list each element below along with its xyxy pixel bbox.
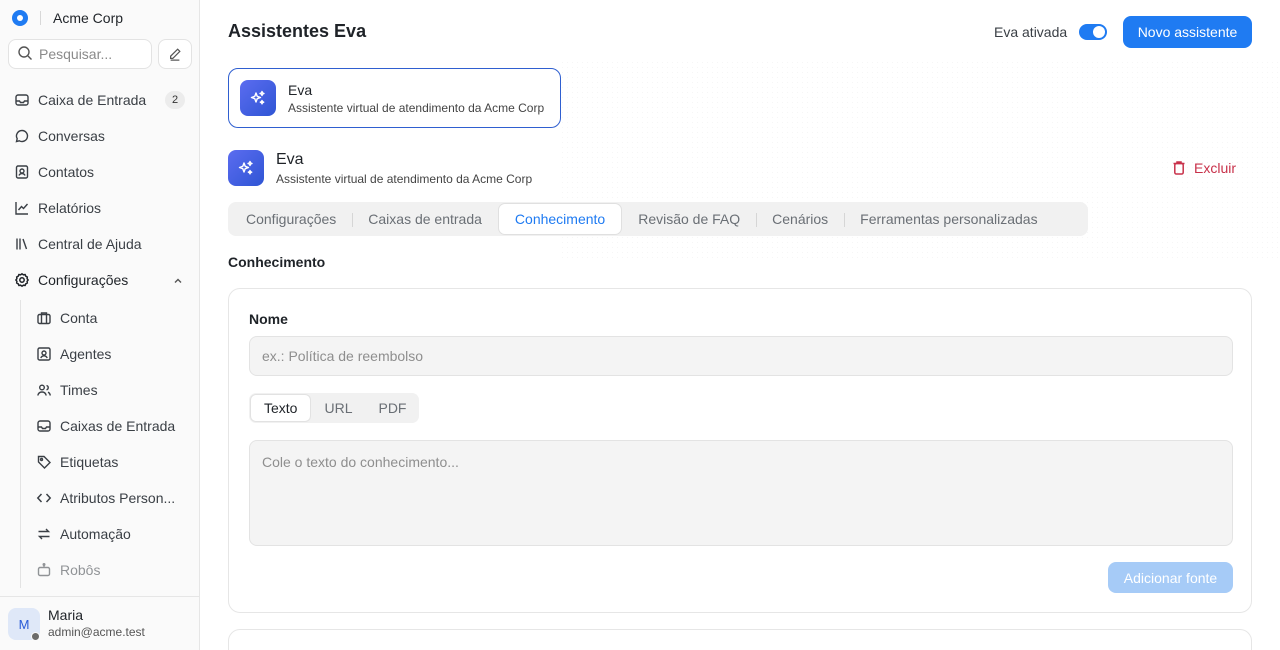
briefcase-icon xyxy=(36,310,52,326)
gear-icon xyxy=(14,272,30,288)
assistant-tabs: Configurações Caixas de entrada Conhecim… xyxy=(228,202,1088,236)
compose-button[interactable] xyxy=(158,39,192,69)
detail-assistant-description: Assistente virtual de atendimento da Acm… xyxy=(276,172,533,186)
tag-icon xyxy=(36,454,52,470)
nav-item-reports[interactable]: Relatórios xyxy=(0,190,200,226)
sidebar-item-teams[interactable]: Times xyxy=(21,372,200,408)
search-input[interactable] xyxy=(39,46,149,62)
sidebar-item-automation[interactable]: Automação xyxy=(21,516,200,552)
org-switcher[interactable]: Acme Corp xyxy=(12,8,123,28)
nav-item-conversations[interactable]: Conversas xyxy=(0,118,200,154)
source-tab-pdf[interactable]: PDF xyxy=(365,394,419,422)
knowledge-text-field[interactable] xyxy=(249,440,1233,546)
unread-badge: 2 xyxy=(165,91,185,109)
sidebar-item-bots[interactable]: Robôs xyxy=(21,552,200,588)
detail-assistant-name: Eva xyxy=(276,151,304,168)
line-chart-icon xyxy=(14,200,30,216)
tab-knowledge[interactable]: Conhecimento xyxy=(497,203,623,235)
nav-label: Conversas xyxy=(38,128,105,144)
trash-icon xyxy=(1172,160,1186,176)
assistant-card[interactable]: Eva Assistente virtual de atendimento da… xyxy=(228,68,561,128)
inbox-icon xyxy=(14,92,30,108)
source-type-tabs: Texto URL PDF xyxy=(249,393,419,423)
nav-item-contacts[interactable]: Contatos xyxy=(0,154,200,190)
sidebar-item-inboxes[interactable]: Caixas de Entrada xyxy=(21,408,200,444)
nav-item-settings[interactable]: Configurações xyxy=(0,262,200,298)
sidebar-item-custom-attributes[interactable]: Atributos Person... xyxy=(21,480,200,516)
eva-toggle-label: Eva ativada xyxy=(994,24,1068,40)
sidebar: Acme Corp Caixa de Entrada 2 Conversas C… xyxy=(0,0,200,650)
tab-custom-tools[interactable]: Ferramentas personalizadas xyxy=(844,204,1053,234)
chat-bubble-icon xyxy=(14,128,30,144)
tab-settings[interactable]: Configurações xyxy=(230,204,352,234)
source-tab-url[interactable]: URL xyxy=(311,394,365,422)
knowledge-form: Nome Texto URL PDF Adicionar fonte xyxy=(228,288,1252,613)
bot-icon xyxy=(36,562,52,578)
contact-card-icon xyxy=(14,164,30,180)
chevron-up-icon[interactable] xyxy=(172,274,184,290)
name-field[interactable] xyxy=(249,336,1233,376)
sidebar-item-agents[interactable]: Agentes xyxy=(21,336,200,372)
sparkles-icon xyxy=(240,80,276,116)
sidebar-item-label: Times xyxy=(60,382,98,398)
sidebar-item-label: Caixas de Entrada xyxy=(60,418,176,434)
section-title: Conhecimento xyxy=(228,254,326,270)
name-field-label: Nome xyxy=(249,311,288,327)
divider xyxy=(40,11,41,25)
sources-list-panel xyxy=(228,629,1252,650)
assistant-description: Assistente virtual de atendimento da Acm… xyxy=(288,101,545,115)
nav-item-inbox[interactable]: Caixa de Entrada 2 xyxy=(0,82,200,118)
search-icon xyxy=(17,45,33,64)
eva-enabled-toggle[interactable] xyxy=(1079,24,1107,40)
search-box[interactable] xyxy=(8,39,152,69)
user-name: Maria xyxy=(48,607,84,623)
nav-label: Configurações xyxy=(38,272,129,288)
library-icon xyxy=(14,236,30,252)
tab-inboxes[interactable]: Caixas de entrada xyxy=(352,204,498,234)
code-icon xyxy=(36,490,52,506)
users-icon xyxy=(36,382,52,398)
tab-scenarios[interactable]: Cenários xyxy=(756,204,844,234)
nav-label: Contatos xyxy=(38,164,95,180)
tab-faq-review[interactable]: Revisão de FAQ xyxy=(622,204,756,234)
user-email: admin@acme.test xyxy=(48,625,145,639)
sparkles-icon xyxy=(228,150,264,186)
new-assistant-button[interactable]: Novo assistente xyxy=(1123,16,1252,48)
inbox-icon xyxy=(36,418,52,434)
sidebar-item-label: Etiquetas xyxy=(60,454,119,470)
add-source-button[interactable]: Adicionar fonte xyxy=(1108,562,1233,593)
assistant-name: Eva xyxy=(288,82,313,98)
user-square-icon xyxy=(36,346,52,362)
pencil-icon xyxy=(170,48,181,61)
presence-status-dot xyxy=(31,632,40,641)
nav-item-help-center[interactable]: Central de Ajuda xyxy=(0,226,200,262)
org-logo-icon xyxy=(12,10,28,26)
settings-subnav: Conta Agentes Times Caixas de Entrada Et… xyxy=(20,300,200,588)
source-tab-text[interactable]: Texto xyxy=(250,394,312,422)
sidebar-item-account[interactable]: Conta xyxy=(21,300,200,336)
delete-label: Excluir xyxy=(1194,160,1237,176)
main-nav: Caixa de Entrada 2 Conversas Contatos Re… xyxy=(0,82,200,298)
sidebar-item-label: Atributos Person... xyxy=(60,490,176,506)
delete-assistant-button[interactable]: Excluir xyxy=(1172,158,1236,178)
sidebar-item-label: Automação xyxy=(60,526,131,542)
nav-label: Caixa de Entrada xyxy=(38,92,147,108)
page-title: Assistentes Eva xyxy=(228,21,367,41)
sidebar-item-label: Robôs xyxy=(60,562,101,578)
nav-label: Central de Ajuda xyxy=(38,236,142,252)
sidebar-item-label: Agentes xyxy=(60,346,112,362)
nav-label: Relatórios xyxy=(38,200,102,216)
sidebar-item-labels[interactable]: Etiquetas xyxy=(21,444,200,480)
arrows-swap-icon xyxy=(36,526,52,542)
sidebar-item-label: Conta xyxy=(60,310,98,326)
user-profile[interactable]: M Maria admin@acme.test xyxy=(0,596,199,650)
org-name: Acme Corp xyxy=(53,10,124,26)
